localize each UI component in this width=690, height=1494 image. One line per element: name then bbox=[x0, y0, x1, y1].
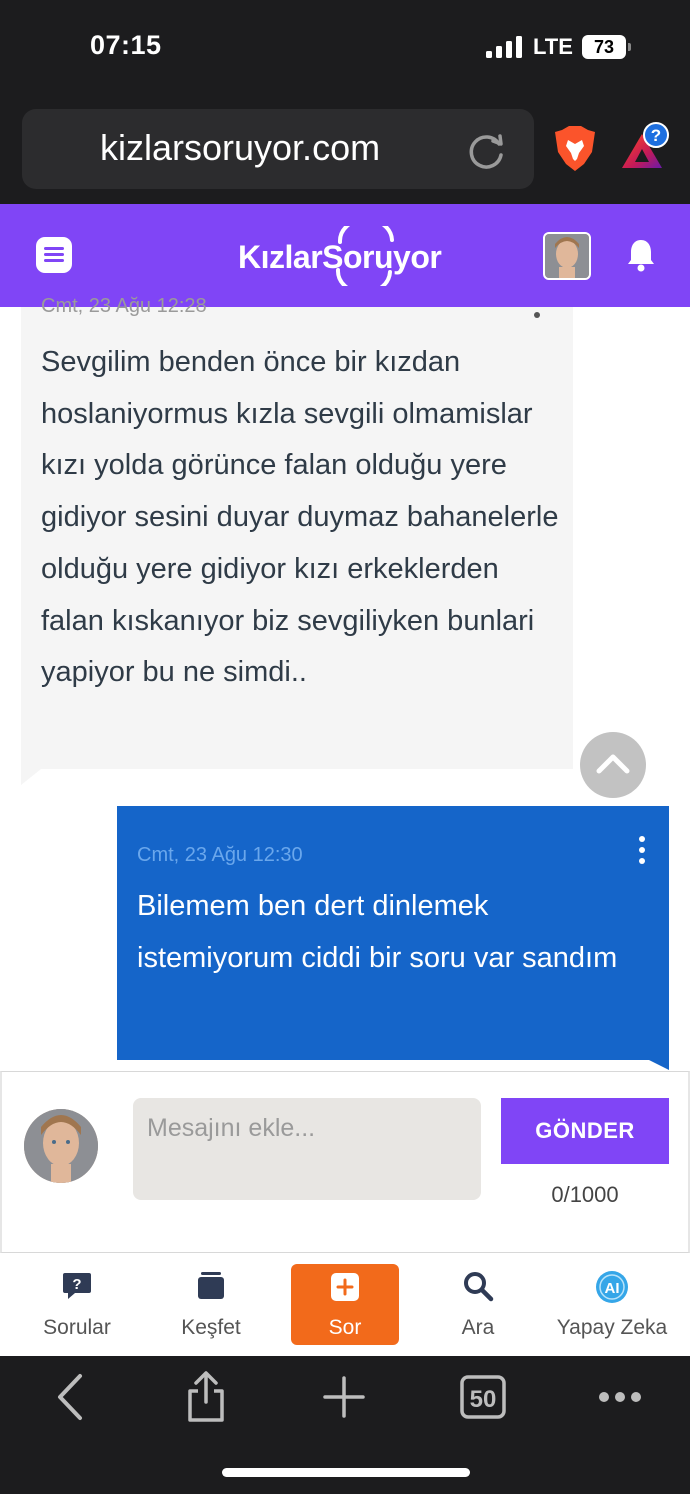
message-timestamp: Cmt, 23 Ağu 12:28 bbox=[41, 295, 207, 317]
more-icon[interactable] bbox=[596, 1370, 644, 1424]
reload-icon[interactable] bbox=[466, 131, 506, 171]
nav-item-yapay-zeka[interactable]: AI Yapay Zeka bbox=[550, 1253, 674, 1356]
message-text: Bilemem ben dert dinlemek istemiyorum ci… bbox=[137, 890, 618, 974]
chevron-up-icon bbox=[596, 754, 630, 774]
home-indicator[interactable] bbox=[222, 1468, 470, 1477]
scroll-to-top-button[interactable] bbox=[580, 732, 646, 798]
network-type: LTE bbox=[533, 34, 573, 59]
site-logo[interactable]: KızlarSoruyor bbox=[238, 226, 458, 286]
back-icon[interactable] bbox=[50, 1370, 90, 1424]
nav-item-sorular[interactable]: ? Sorular bbox=[17, 1253, 137, 1356]
message-timestamp: Cmt, 23 Ağu 12:30 bbox=[137, 844, 303, 866]
browser-top-chrome: 07:15 LTE 73 kizlarsoruyor.com ? bbox=[0, 0, 690, 204]
nav-label: Sor bbox=[328, 1316, 362, 1339]
ai-badge-text: AI bbox=[605, 1280, 620, 1297]
stack-icon bbox=[198, 1272, 224, 1299]
url-text[interactable]: kizlarsoruyor.com bbox=[100, 127, 380, 169]
address-bar[interactable]: kizlarsoruyor.com bbox=[22, 109, 534, 189]
logo-text: KızlarSoruyor bbox=[238, 239, 442, 275]
tab-count: 50 bbox=[470, 1386, 497, 1413]
battery-level: 73 bbox=[582, 35, 626, 59]
send-button[interactable]: GÖNDER bbox=[501, 1098, 669, 1164]
battery-icon: 73 bbox=[582, 35, 631, 59]
browser-bottom-toolbar: 50 bbox=[0, 1356, 690, 1494]
rewards-badge: ? bbox=[651, 126, 661, 145]
cellular-signal-icon bbox=[486, 36, 522, 58]
composer-avatar bbox=[24, 1109, 98, 1183]
nav-item-sor[interactable]: Sor bbox=[291, 1264, 399, 1345]
bubble-tail bbox=[21, 769, 41, 785]
nav-label: Keşfet bbox=[181, 1316, 241, 1339]
nav-label: Ara bbox=[461, 1316, 495, 1339]
plus-icon bbox=[331, 1273, 359, 1301]
message-composer: GÖNDER 0/1000 bbox=[0, 1071, 690, 1253]
site-header: KızlarSoruyor bbox=[0, 204, 690, 307]
message-options-icon[interactable] bbox=[534, 312, 540, 318]
tabs-icon[interactable]: 50 bbox=[459, 1370, 507, 1424]
menu-icon[interactable] bbox=[36, 237, 72, 273]
more-vertical-icon[interactable] bbox=[637, 836, 647, 870]
search-icon bbox=[464, 1272, 494, 1302]
svg-text:?: ? bbox=[72, 1276, 81, 1293]
nav-item-kesfet[interactable]: Keşfet bbox=[151, 1253, 271, 1356]
site-bottom-nav: ? Sorular Keşfet Sor Ara AI Yapay Zeka bbox=[0, 1253, 690, 1356]
nav-item-ara[interactable]: Ara bbox=[418, 1253, 538, 1356]
message-text: Sevgilim benden önce bir kızdan hoslaniy… bbox=[41, 346, 559, 689]
message-input[interactable] bbox=[133, 1098, 481, 1200]
new-tab-icon[interactable] bbox=[322, 1370, 366, 1424]
share-icon[interactable] bbox=[184, 1370, 228, 1424]
nav-label: Yapay Zeka bbox=[556, 1316, 668, 1339]
message-bubble-sent: Cmt, 23 Ağu 12:30 Bilemem ben dert dinle… bbox=[117, 806, 669, 1060]
question-bubble-icon: ? bbox=[63, 1273, 91, 1299]
ai-icon: AI bbox=[596, 1271, 628, 1303]
character-counter: 0/1000 bbox=[551, 1182, 619, 1207]
user-avatar[interactable] bbox=[543, 232, 591, 280]
brave-rewards-icon[interactable]: ? bbox=[618, 122, 672, 172]
status-time: 07:15 bbox=[90, 30, 162, 60]
bubble-tail bbox=[649, 1060, 669, 1070]
brave-lion-icon[interactable] bbox=[554, 126, 596, 172]
nav-label: Sorular bbox=[43, 1316, 111, 1339]
message-bubble-received: Cmt, 23 Ağu 12:28 Sevgilim benden önce b… bbox=[21, 295, 573, 769]
bell-icon[interactable] bbox=[626, 238, 656, 272]
